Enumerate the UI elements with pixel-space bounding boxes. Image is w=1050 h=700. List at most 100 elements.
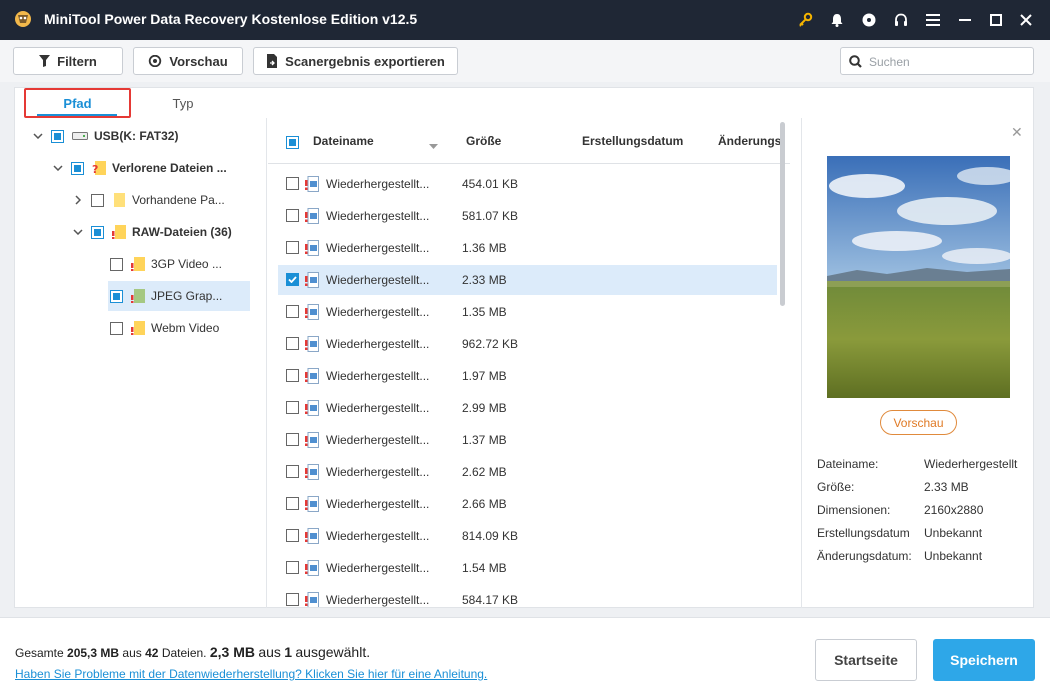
tree-checkbox[interactable] [71,161,84,175]
file-row[interactable]: Wiederhergestellt... 584.17 KB [278,585,777,607]
file-list-scrollbar[interactable] [780,122,785,306]
row-checkbox[interactable] [286,497,299,510]
tree-item-label: 3GP Video ... [151,257,222,271]
row-checkbox[interactable] [286,209,299,222]
meta-key-size: Größe: [817,480,855,494]
file-row[interactable]: Wiederhergestellt... 814.09 KB [278,521,777,551]
file-row-selected[interactable]: Wiederhergestellt... 2.33 MB [278,265,777,295]
tab-typ[interactable]: Typ [135,88,231,118]
file-row[interactable]: Wiederhergestellt... 581.07 KB [278,201,777,231]
file-name: Wiederhergestellt... [326,241,430,255]
file-size: 2.66 MB [462,497,507,511]
image-file-icon [305,560,319,579]
bell-icon[interactable] [827,10,847,30]
disc-icon[interactable] [859,10,879,30]
menu-icon[interactable] [923,10,943,30]
filter-button[interactable]: Filtern [13,47,123,75]
tree-item-lost-files[interactable]: ? Verlorene Dateien ... [51,156,227,180]
selected-mid: aus [258,644,281,660]
select-all-checkbox[interactable] [286,136,299,149]
row-checkbox[interactable] [286,529,299,542]
tree-checkbox[interactable] [110,289,123,303]
tree-item-raw[interactable]: RAW-Dateien (36) [71,220,232,244]
file-row[interactable]: Wiederhergestellt... 2.66 MB [278,489,777,519]
file-row[interactable]: Wiederhergestellt... 454.01 KB [278,169,777,199]
raw-folder-icon [131,256,145,272]
minimize-icon[interactable] [955,10,975,30]
row-checkbox[interactable] [286,177,299,190]
file-size: 584.17 KB [462,593,519,607]
summary-mid: aus [122,646,142,660]
file-row[interactable]: Wiederhergestellt... 1.37 MB [278,425,777,455]
tree-item-existing[interactable]: Vorhandene Pa... [71,188,225,212]
row-checkbox[interactable] [286,305,299,318]
search-box[interactable] [840,47,1034,75]
help-link[interactable]: Haben Sie Probleme mit der Datenwiederhe… [15,667,487,681]
preview-button[interactable]: Vorschau [880,410,957,435]
tree-checkbox[interactable] [51,129,64,143]
row-checkbox[interactable] [286,433,299,446]
row-checkbox[interactable] [286,337,299,350]
file-row[interactable]: Wiederhergestellt... 1.97 MB [278,361,777,391]
row-checkbox[interactable] [286,273,299,286]
file-row[interactable]: Wiederhergestellt... 1.35 MB [278,297,777,327]
maximize-icon[interactable] [986,10,1006,30]
drive-icon [72,131,88,141]
tree-checkbox[interactable] [91,225,104,239]
tree-checkbox[interactable] [91,193,104,207]
column-erstellungsdatum[interactable]: Erstellungsdatum [582,134,683,148]
close-preview-icon[interactable]: ✕ [1011,124,1023,141]
tree-item-3gp[interactable]: 3GP Video ... [110,252,222,276]
meta-key-created: Erstellungsdatum [817,526,910,540]
home-button[interactable]: Startseite [815,639,917,681]
meta-value-modified: Unbekannt [924,549,983,563]
meta-value-filename: Wiederhergestellt [924,457,1018,471]
row-checkbox[interactable] [286,369,299,382]
main-panel: Pfad Typ USB(K: FAT32) ? Verlorene Datei… [14,87,1034,608]
row-checkbox[interactable] [286,465,299,478]
row-checkbox[interactable] [286,401,299,414]
file-name: Wiederhergestellt... [326,369,430,383]
row-checkbox[interactable] [286,561,299,574]
preview-button-label: Vorschau [893,415,944,430]
file-row[interactable]: Wiederhergestellt... 1.36 MB [278,233,777,263]
sort-descending-icon[interactable] [429,138,438,152]
filter-button-label: Filtern [57,53,97,69]
tree-item-usb[interactable]: USB(K: FAT32) [31,124,178,148]
toolbar: Filtern Vorschau Scanergebnis exportiere… [0,40,1050,82]
close-icon[interactable] [1016,10,1036,30]
chevron-down-icon[interactable] [71,225,85,239]
column-groesse[interactable]: Größe [466,134,501,148]
file-row[interactable]: Wiederhergestellt... 2.62 MB [278,457,777,487]
chevron-down-icon[interactable] [51,161,65,175]
selected-count: 1 [284,644,293,660]
file-row[interactable]: Wiederhergestellt... 962.72 KB [278,329,777,359]
file-size: 1.37 MB [462,433,507,447]
column-dateiname[interactable]: Dateiname [313,134,374,148]
search-input[interactable] [869,52,1029,71]
headphones-icon[interactable] [891,10,911,30]
tree-checkbox[interactable] [110,321,123,335]
tree-item-jpeg[interactable]: JPEG Grap... [108,281,250,311]
row-checkbox[interactable] [286,241,299,254]
export-scan-button[interactable]: Scanergebnis exportieren [253,47,458,75]
export-icon [267,54,278,68]
save-button[interactable]: Speichern [933,639,1035,681]
file-row[interactable]: Wiederhergestellt... 1.54 MB [278,553,777,583]
file-row[interactable]: Wiederhergestellt... 2.99 MB [278,393,777,423]
tree-checkbox[interactable] [110,257,123,271]
app-logo-icon [13,9,33,29]
key-icon[interactable] [795,10,815,30]
tree-item-label: JPEG Grap... [151,289,223,303]
chevron-down-icon[interactable] [31,129,45,143]
file-size: 1.54 MB [462,561,507,575]
funnel-icon [39,55,51,67]
chevron-right-icon[interactable] [71,193,85,207]
file-size: 1.35 MB [462,305,507,319]
tree-item-webm[interactable]: Webm Video [110,316,219,340]
row-checkbox[interactable] [286,593,299,606]
preview-toolbar-button[interactable]: Vorschau [133,47,243,75]
column-aenderungsdatum[interactable]: Änderungs [718,134,781,148]
meta-key-filename: Dateiname: [817,457,879,471]
meta-key-modified: Änderungsdatum: [817,549,912,563]
